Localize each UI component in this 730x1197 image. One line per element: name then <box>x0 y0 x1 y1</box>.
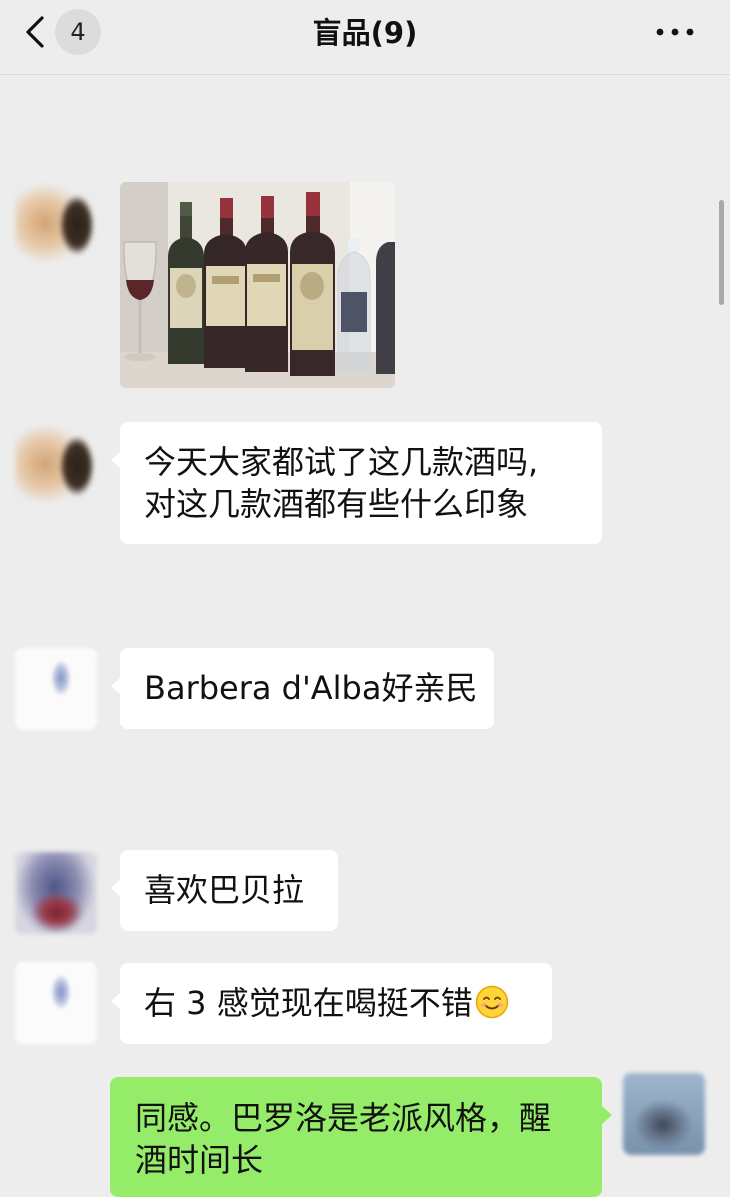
wine-bottles-image <box>120 182 395 388</box>
avatar[interactable] <box>15 424 97 506</box>
more-dots-icon[interactable] <box>650 18 700 46</box>
avatar[interactable] <box>15 962 97 1044</box>
chat-header: 4 盲品(9) <box>0 0 730 75</box>
bubble-tail <box>602 1106 612 1124</box>
my-message-bubble[interactable]: 同感。巴罗洛是老派风格，醒 酒时间长 <box>110 1077 602 1197</box>
scrollbar[interactable] <box>719 200 724 305</box>
wine-bottles-photo[interactable] <box>120 182 395 388</box>
message-text: 对这几款酒都有些什么印象 <box>144 485 529 523</box>
message-text: 同感。巴罗洛是老派风格，醒 <box>135 1099 552 1137</box>
message-text: 右 3 感觉现在喝挺不错 <box>144 984 473 1022</box>
message-text: 酒时间长 <box>135 1141 264 1179</box>
chat-title: 盲品(9) <box>312 16 418 50</box>
message-bubble[interactable]: 喜欢巴贝拉 <box>111 850 338 931</box>
avatar[interactable] <box>15 852 97 934</box>
message-text: Barbera d'Alba好亲民 <box>144 669 478 707</box>
message-text: 今天大家都试了这几款酒吗, <box>144 443 539 481</box>
message-bubble[interactable]: 右 3 感觉现在喝挺不错 <box>111 963 552 1044</box>
my-avatar[interactable] <box>623 1073 705 1155</box>
message-bubble[interactable]: 今天大家都试了这几款酒吗, 对这几款酒都有些什么印象 <box>111 422 602 544</box>
unread-count-badge[interactable]: 4 <box>55 9 101 55</box>
chevron-left-icon[interactable] <box>18 12 52 52</box>
message-bubble[interactable]: Barbera d'Alba好亲民 <box>111 648 494 729</box>
message-text: 喜欢巴贝拉 <box>144 871 305 909</box>
avatar[interactable] <box>15 183 97 265</box>
avatar[interactable] <box>15 648 97 730</box>
smiling-face-icon <box>475 985 508 1019</box>
